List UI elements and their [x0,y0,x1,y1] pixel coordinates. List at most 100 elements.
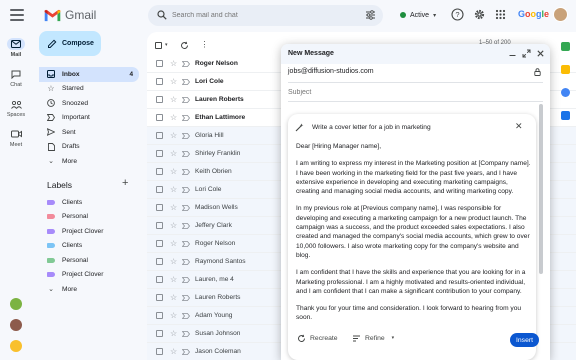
contact-avatar[interactable] [10,319,22,331]
account-avatar[interactable] [553,7,568,22]
nav-item-drafts[interactable]: Drafts [39,140,139,155]
star-icon[interactable]: ☆ [170,239,177,248]
row-checkbox[interactable] [156,168,163,175]
star-icon[interactable]: ☆ [170,185,177,194]
important-icon[interactable] [182,168,190,175]
important-icon[interactable] [182,78,190,85]
labels-more[interactable]: ⌄ More [39,282,139,297]
star-icon[interactable]: ☆ [170,95,177,104]
apps-grid-icon[interactable] [494,8,507,21]
important-icon[interactable] [182,330,190,337]
nav-item-sent[interactable]: Sent [39,125,139,140]
important-icon[interactable] [182,222,190,229]
important-icon[interactable] [182,132,190,139]
row-checkbox[interactable] [156,186,163,193]
row-checkbox[interactable] [156,294,163,301]
star-icon[interactable]: ☆ [170,221,177,230]
settings-gear-icon[interactable] [473,8,486,21]
row-checkbox[interactable] [156,348,163,355]
important-icon[interactable] [182,96,190,103]
star-icon[interactable]: ☆ [170,203,177,212]
important-icon[interactable] [182,294,190,301]
row-checkbox[interactable] [156,222,163,229]
search-options-icon[interactable] [365,10,376,20]
important-icon[interactable] [182,204,190,211]
recreate-button[interactable]: Recreate [297,334,338,343]
row-checkbox[interactable] [156,276,163,283]
tasks-addon-icon[interactable] [561,88,570,97]
add-label-plus-icon[interactable]: + [122,178,128,189]
row-checkbox[interactable] [156,330,163,337]
insert-button[interactable]: Insert [510,333,539,347]
contact-avatar[interactable] [10,340,22,352]
calendar-addon-icon[interactable] [561,42,570,51]
nav-item-inbox[interactable]: Inbox 4 [39,67,139,82]
keep-addon-icon[interactable] [561,65,570,74]
star-icon[interactable]: ☆ [170,167,177,176]
nav-item-snoozed[interactable]: Snoozed [39,96,139,111]
lock-icon[interactable] [534,68,541,76]
star-icon[interactable]: ☆ [170,113,177,122]
star-icon[interactable]: ☆ [170,329,177,338]
row-checkbox[interactable] [156,258,163,265]
expand-icon[interactable] [522,49,531,58]
important-icon[interactable] [182,348,190,355]
nav-item-more[interactable]: ⌄ More [39,154,139,169]
row-checkbox[interactable] [156,114,163,121]
gmail-logo[interactable]: Gmail [44,8,96,22]
nav-item-starred[interactable]: ☆ Starred [39,82,139,97]
row-checkbox[interactable] [156,150,163,157]
refresh-icon[interactable] [180,41,189,50]
rail-item-chat[interactable]: Chat [0,68,32,88]
compose-header[interactable]: New Message [281,44,550,64]
star-icon[interactable]: ☆ [170,257,177,266]
search-icon[interactable] [157,10,167,20]
important-icon[interactable] [182,150,190,157]
important-icon[interactable] [182,114,190,121]
important-icon[interactable] [182,240,190,247]
star-icon[interactable]: ☆ [170,347,177,356]
important-icon[interactable] [182,312,190,319]
rail-item-mail[interactable]: Mail [0,38,32,58]
row-checkbox[interactable] [156,240,163,247]
row-checkbox[interactable] [156,96,163,103]
star-icon[interactable]: ☆ [170,275,177,284]
important-icon[interactable] [182,258,190,265]
important-icon[interactable] [182,276,190,283]
star-icon[interactable]: ☆ [170,59,177,68]
compose-button[interactable]: Compose [39,31,101,56]
subject-input[interactable] [288,86,533,98]
search-input[interactable] [172,8,332,23]
row-checkbox[interactable] [156,60,163,67]
row-checkbox[interactable] [156,78,163,85]
search-bar[interactable] [148,5,383,26]
contacts-addon-icon[interactable] [561,111,570,120]
label-item[interactable]: Clients [39,239,139,254]
help-icon[interactable]: ? [451,8,464,21]
close-icon[interactable]: ✕ [515,121,523,131]
minimize-icon[interactable] [508,49,517,58]
nav-item-important[interactable]: Important [39,111,139,126]
label-item[interactable]: Personal [39,210,139,225]
star-icon[interactable]: ☆ [170,77,177,86]
star-icon[interactable]: ☆ [170,131,177,140]
more-options-icon[interactable]: ⋮ [201,41,209,49]
row-checkbox[interactable] [156,312,163,319]
important-icon[interactable] [182,60,190,67]
star-icon[interactable]: ☆ [170,293,177,302]
close-icon[interactable] [536,49,545,58]
compose-scrollbar[interactable] [539,104,543,274]
label-item[interactable]: Clients [39,195,139,210]
refine-button[interactable]: Refine ▾ [352,334,394,342]
label-item[interactable]: Project Clover [39,268,139,283]
select-all-checkbox[interactable] [155,41,162,49]
important-icon[interactable] [182,186,190,193]
main-menu-button[interactable] [10,9,24,21]
recipient-field[interactable]: jobs@diffusion-studios.com [288,68,374,75]
chevron-down-icon[interactable]: ▾ [165,42,168,48]
star-icon[interactable]: ☆ [170,149,177,158]
label-item[interactable]: Personal [39,253,139,268]
row-checkbox[interactable] [156,204,163,211]
star-icon[interactable]: ☆ [170,311,177,320]
contact-avatar[interactable] [10,298,22,310]
